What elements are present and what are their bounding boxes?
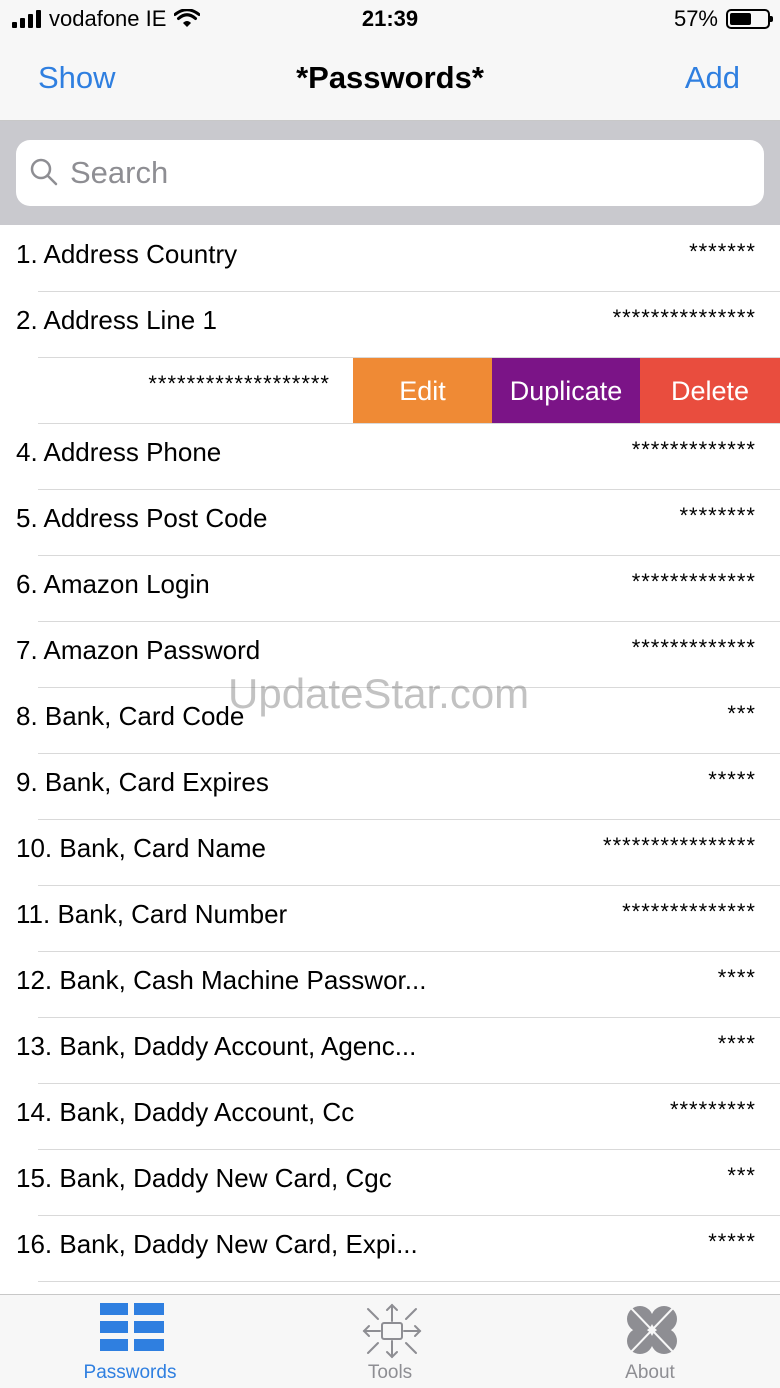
list-item[interactable]: 1. Address Country ******* [0,226,780,292]
item-masked-value: ************* [631,437,756,462]
item-title: 5. Address Post Code [16,503,268,533]
list-item[interactable]: 10. Bank, Card Name **************** [0,820,780,886]
item-masked-value: ***** [708,767,756,792]
item-title: 1. Address Country [16,239,238,269]
item-title: 13. Bank, Daddy Account, Agenc... [16,1031,417,1061]
watermark: UpdateStar.com [228,670,530,717]
list-item[interactable]: 5. Address Post Code ******** [0,490,780,556]
tab-tools[interactable]: Tools [290,1295,490,1388]
list-item[interactable]: 4. Address Phone ************* [0,424,780,490]
list-item[interactable]: 16. Bank, Daddy New Card, Expi... ***** [0,1216,780,1282]
swipe-actions: Edit Duplicate Delete [353,358,780,424]
status-right: 57% [673,6,773,32]
item-title: 7. Amazon Password [16,635,261,665]
tab-bar: Passwords Tools About [0,1294,780,1388]
item-masked-value: *************** [612,305,756,330]
item-masked-value: ************* [631,635,756,660]
item-title: 9. Bank, Card Expires [16,767,269,797]
search-box[interactable] [16,140,764,206]
item-masked-value: **************** [603,833,756,858]
list-item[interactable]: 2. Address Line 1 *************** [0,292,780,358]
navigation-bar: Show *Passwords* Add [0,40,780,121]
item-masked-value: *** [727,701,756,726]
item-masked-value: **** [717,965,756,990]
item-masked-value: ************** [622,899,756,924]
password-list: 1. Address Country ******* 2. Address Li… [0,226,780,1294]
battery-icon [726,9,773,29]
tools-icon [362,1303,422,1359]
item-masked-value: ******* [689,239,756,264]
item-title: 10. Bank, Card Name [16,833,267,863]
item-title: 2. Address Line 1 [16,305,217,335]
battery-fill [730,13,751,25]
item-title: 8. Bank, Card Code [16,701,245,731]
item-masked-value: ***** [708,1229,756,1254]
item-title: 14. Bank, Daddy Account, Cc [16,1097,355,1127]
tab-label: Tools [367,1362,413,1383]
item-title: 16. Bank, Daddy New Card, Expi... [16,1229,418,1259]
list-item[interactable]: 11. Bank, Card Number ************** [0,886,780,952]
list-item[interactable]: 12. Bank, Cash Machine Passwor... **** [0,952,780,1018]
item-masked-value: ************* [631,569,756,594]
list-item[interactable]: 6. Amazon Login ************* [0,556,780,622]
tab-about[interactable]: About [550,1295,750,1388]
battery-percentage: 57% [673,6,718,31]
list-item[interactable]: 15. Bank, Daddy New Card, Cgc *** [0,1150,780,1216]
clover-icon [627,1306,677,1354]
search-area [0,121,780,225]
item-masked-value: *** [727,1163,756,1188]
page-title: *Passwords* [296,60,484,95]
item-title: 15. Bank, Daddy New Card, Cgc [16,1163,392,1193]
item-title: 11. Bank, Card Number [16,899,288,929]
search-input[interactable] [70,140,750,206]
tab-passwords[interactable]: Passwords [30,1295,230,1388]
list-item[interactable]: 9. Bank, Card Expires ***** [0,754,780,820]
item-title: 6. Amazon Login [16,569,210,599]
list-item[interactable]: 13. Bank, Daddy Account, Agenc... **** [0,1018,780,1084]
item-title: 12. Bank, Cash Machine Passwor... [16,965,427,995]
delete-button[interactable]: Delete [640,358,780,424]
tab-label: Passwords [83,1362,177,1383]
tab-label: About [625,1362,675,1383]
item-title: 4. Address Phone [16,437,222,467]
edit-button[interactable]: Edit [353,358,492,424]
list-icon [100,1303,164,1351]
item-masked-value: ******** [679,503,756,528]
item-masked-value: ******************* [148,371,330,396]
item-masked-value: **** [717,1031,756,1056]
add-button[interactable]: Add [685,60,740,96]
item-masked-value: ********* [669,1097,756,1122]
search-icon [30,158,58,186]
list-item-swiped[interactable]: ******************* Edit Duplicate Delet… [0,358,780,424]
status-time: 21:39 [361,6,419,31]
list-item[interactable]: 14. Bank, Daddy Account, Cc ********* [0,1084,780,1150]
duplicate-button[interactable]: Duplicate [492,358,640,424]
status-bar: vodafone IE 21:39 57% [0,0,780,40]
